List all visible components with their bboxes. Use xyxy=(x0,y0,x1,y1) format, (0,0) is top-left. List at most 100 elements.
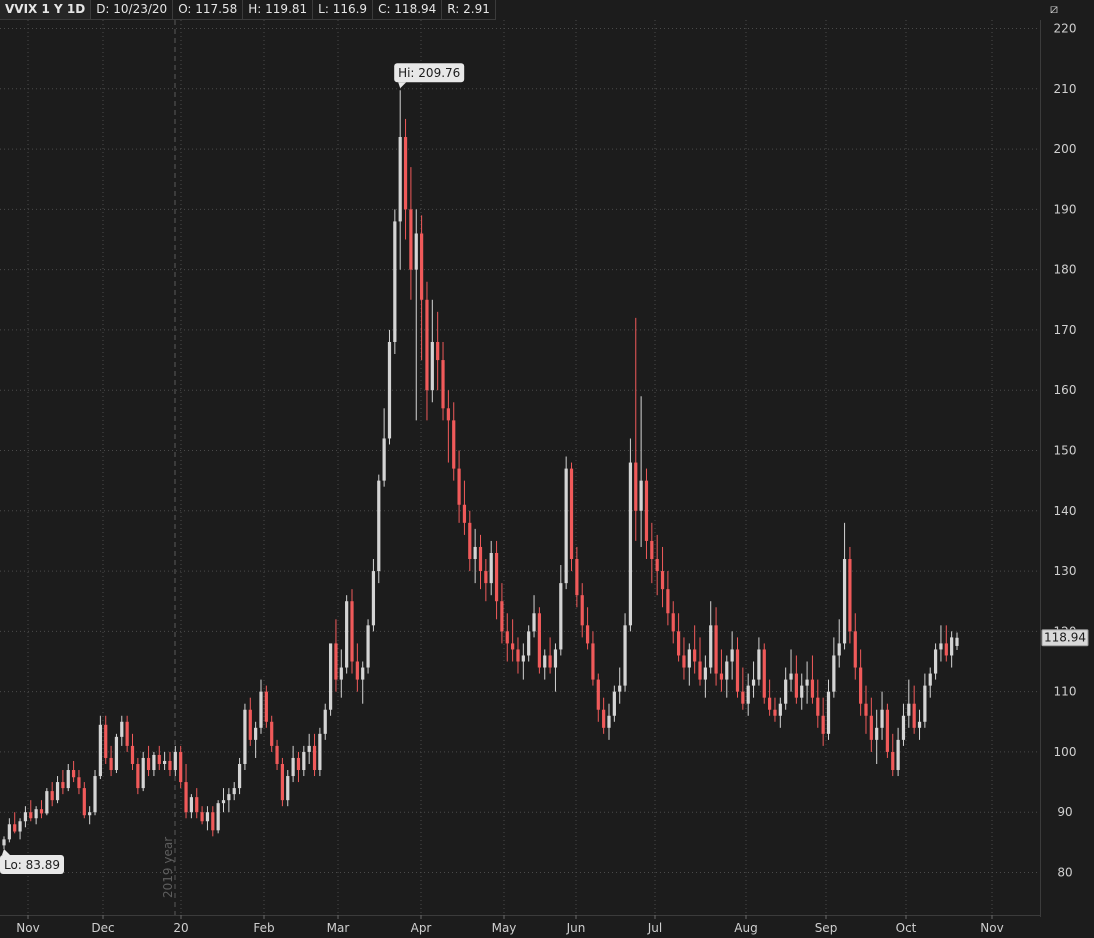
candle-body xyxy=(693,649,697,662)
x-tick-label: Feb xyxy=(253,921,274,935)
candle-body xyxy=(104,724,108,758)
candle-body xyxy=(618,685,622,692)
candle-body xyxy=(168,760,172,771)
candle-body xyxy=(885,709,890,752)
candle-body xyxy=(55,782,60,801)
candle-body xyxy=(923,685,927,722)
candle-body xyxy=(607,715,611,728)
candle-body xyxy=(361,667,365,680)
candle-body xyxy=(339,667,343,680)
y-tick-label: 220 xyxy=(1054,22,1077,36)
x-tick-label: Sep xyxy=(815,921,838,935)
x-tick-label: Jun xyxy=(566,921,586,935)
candle-body xyxy=(917,721,922,728)
candle-body xyxy=(286,776,290,801)
candle-body xyxy=(7,824,11,840)
candle-body xyxy=(735,649,740,692)
y-tick-label: 200 xyxy=(1054,142,1077,156)
candle-body xyxy=(639,480,643,511)
candle-body xyxy=(88,812,92,816)
candle-body xyxy=(933,649,938,674)
candle-body xyxy=(414,233,418,270)
candle-body xyxy=(328,643,333,710)
candle-body xyxy=(768,697,772,710)
candle-body xyxy=(527,631,531,656)
candle-body xyxy=(789,673,793,680)
candle-body xyxy=(77,777,81,789)
candle-body xyxy=(71,770,76,778)
candle-body xyxy=(532,613,536,632)
candle-body xyxy=(211,812,215,831)
candle-body xyxy=(719,673,724,680)
candle-body xyxy=(548,655,552,668)
candle-body xyxy=(757,649,761,680)
candle-body xyxy=(323,709,327,734)
lo-label: Lo: 83.89 xyxy=(4,858,60,872)
candle-body xyxy=(537,613,541,668)
x-tick-label: Aug xyxy=(734,921,757,935)
y-tick-label: 130 xyxy=(1054,564,1077,578)
candle-body xyxy=(505,631,509,644)
candle-body xyxy=(751,679,756,686)
candle-body xyxy=(762,649,766,698)
candle-body xyxy=(591,643,595,680)
candle-body xyxy=(452,420,456,469)
candle-body xyxy=(237,763,242,789)
candle-body xyxy=(912,703,916,728)
candle-body xyxy=(623,625,627,686)
candle-body xyxy=(312,745,317,771)
candle-body xyxy=(18,821,22,832)
candle-body xyxy=(152,754,156,771)
candle-body xyxy=(254,727,258,740)
candle-body xyxy=(280,763,285,801)
candle-body xyxy=(200,812,204,822)
candle-body xyxy=(837,643,841,656)
candle-body xyxy=(441,360,445,409)
candle-body xyxy=(366,625,370,668)
y-tick-label: 90 xyxy=(1057,805,1072,819)
candle-body xyxy=(436,341,440,361)
candle-body xyxy=(928,673,932,686)
candle-body xyxy=(163,760,167,764)
candle-body xyxy=(714,625,718,674)
candlestick-chart[interactable]: 8090100110120130140150160170180190200210… xyxy=(0,0,1094,938)
candle-body xyxy=(473,546,477,560)
candle-body xyxy=(859,667,863,704)
candle-body xyxy=(446,408,450,421)
candle-body xyxy=(784,679,788,704)
candle-body xyxy=(810,679,815,698)
candle-body xyxy=(489,552,493,584)
candle-body xyxy=(950,637,954,656)
candle-body xyxy=(13,824,17,832)
x-tick-label: Nov xyxy=(16,921,39,935)
candle-body xyxy=(425,299,429,391)
candle-body xyxy=(350,601,354,662)
candle-body xyxy=(585,625,590,644)
candle-body xyxy=(270,721,274,746)
candle-body xyxy=(580,595,584,626)
candle-body xyxy=(355,661,359,680)
candle-body xyxy=(377,480,381,572)
x-tick-label: Nov xyxy=(980,921,1003,935)
candle-body xyxy=(746,685,750,704)
candle-body xyxy=(842,559,847,644)
candle-body xyxy=(521,655,525,662)
x-tick-label: 20 xyxy=(173,921,188,935)
lo-pointer xyxy=(2,849,10,856)
y-tick-label: 170 xyxy=(1054,323,1077,337)
candle-body xyxy=(564,468,568,584)
candle-body xyxy=(773,709,777,716)
candle-body xyxy=(296,757,301,771)
candle-body xyxy=(666,589,670,614)
candle-body xyxy=(516,649,520,662)
candle-body xyxy=(848,559,852,632)
candle-body xyxy=(393,221,397,342)
candle-body xyxy=(939,643,943,650)
candle-body xyxy=(23,812,28,822)
candle-body xyxy=(109,757,113,771)
candle-body xyxy=(896,739,900,771)
candle-body xyxy=(141,757,145,789)
candle-body xyxy=(264,691,268,722)
candle-body xyxy=(403,137,408,210)
candle-body xyxy=(189,797,193,813)
